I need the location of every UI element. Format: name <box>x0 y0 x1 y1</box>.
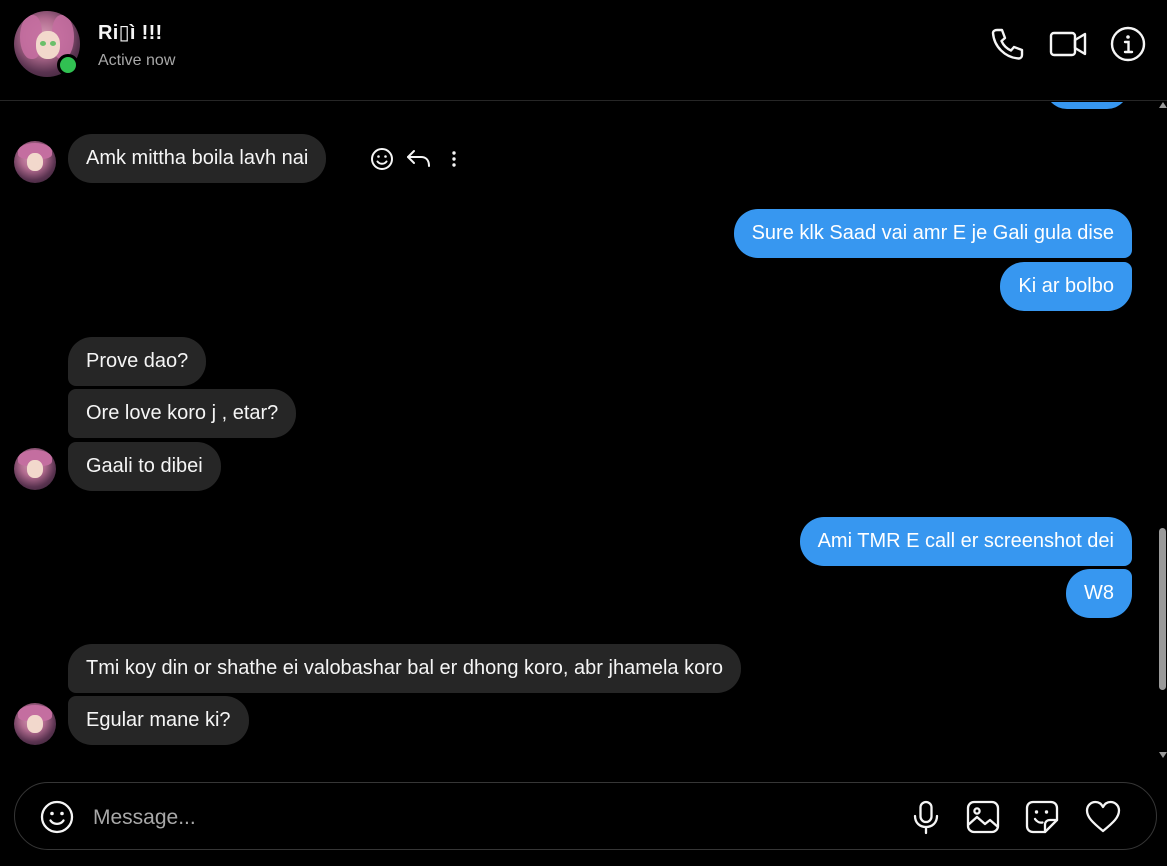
phone-icon[interactable] <box>988 25 1026 63</box>
avatar-face <box>27 153 43 171</box>
image-icon[interactable] <box>964 798 1002 836</box>
contact-name[interactable]: Ri▯ì !!! <box>98 20 163 45</box>
scroll-down-arrow-icon[interactable] <box>1159 752 1167 758</box>
message-bubble-outgoing[interactable] <box>1045 102 1129 109</box>
message-scrollbar[interactable] <box>1158 102 1167 758</box>
avatar-face <box>27 460 43 478</box>
message-bubble-incoming[interactable]: Amk mittha boila lavh nai <box>68 134 327 183</box>
sender-avatar[interactable] <box>14 448 56 490</box>
online-status-dot <box>57 54 79 76</box>
message-bubble-incoming[interactable]: Gaali to dibei <box>68 442 221 491</box>
message-bubble-outgoing[interactable]: Ki ar bolbo <box>1000 262 1132 311</box>
message-bubble-incoming[interactable]: Prove dao? <box>68 337 207 386</box>
message-bubble-outgoing[interactable]: Ami TMR E call er screenshot dei <box>799 517 1132 566</box>
more-options-icon[interactable] <box>440 145 468 173</box>
avatar-face <box>36 31 60 59</box>
message-bubble-outgoing[interactable]: W8 <box>1066 569 1132 618</box>
chat-window: Ri▯ì !!! Active now Amk mittha boila lav… <box>0 0 1167 866</box>
message-composer <box>14 782 1157 850</box>
microphone-icon[interactable] <box>907 798 945 836</box>
emoji-icon[interactable] <box>38 798 76 836</box>
conversation-header: Ri▯ì !!! Active now <box>0 0 1167 101</box>
reply-icon[interactable] <box>404 145 432 173</box>
contact-status: Active now <box>98 52 176 69</box>
sender-avatar[interactable] <box>14 141 56 183</box>
sticker-icon[interactable] <box>1023 798 1061 836</box>
video-call-icon[interactable] <box>1049 25 1087 63</box>
message-input[interactable] <box>91 799 875 837</box>
message-bubble-outgoing[interactable]: Sure klk Saad vai amr E je Gali gula dis… <box>733 209 1132 258</box>
emoji-react-icon[interactable] <box>368 145 396 173</box>
scroll-thumb[interactable] <box>1159 528 1166 690</box>
message-thread[interactable]: Amk mittha boila lavh nai Sure klk Saad … <box>0 102 1158 770</box>
avatar-eye-left <box>40 41 46 46</box>
avatar-face <box>27 715 43 733</box>
info-icon[interactable] <box>1109 25 1147 63</box>
sender-avatar[interactable] <box>14 703 56 745</box>
message-bubble-incoming[interactable]: Ore love koro j , etar? <box>68 389 297 438</box>
heart-icon[interactable] <box>1084 798 1122 836</box>
avatar-eye-right <box>50 41 56 46</box>
message-bubble-incoming[interactable]: Egular mane ki? <box>68 696 249 745</box>
scroll-up-arrow-icon[interactable] <box>1159 102 1167 108</box>
message-bubble-incoming[interactable]: Tmi koy din or shathe ei valobashar bal … <box>68 644 742 693</box>
